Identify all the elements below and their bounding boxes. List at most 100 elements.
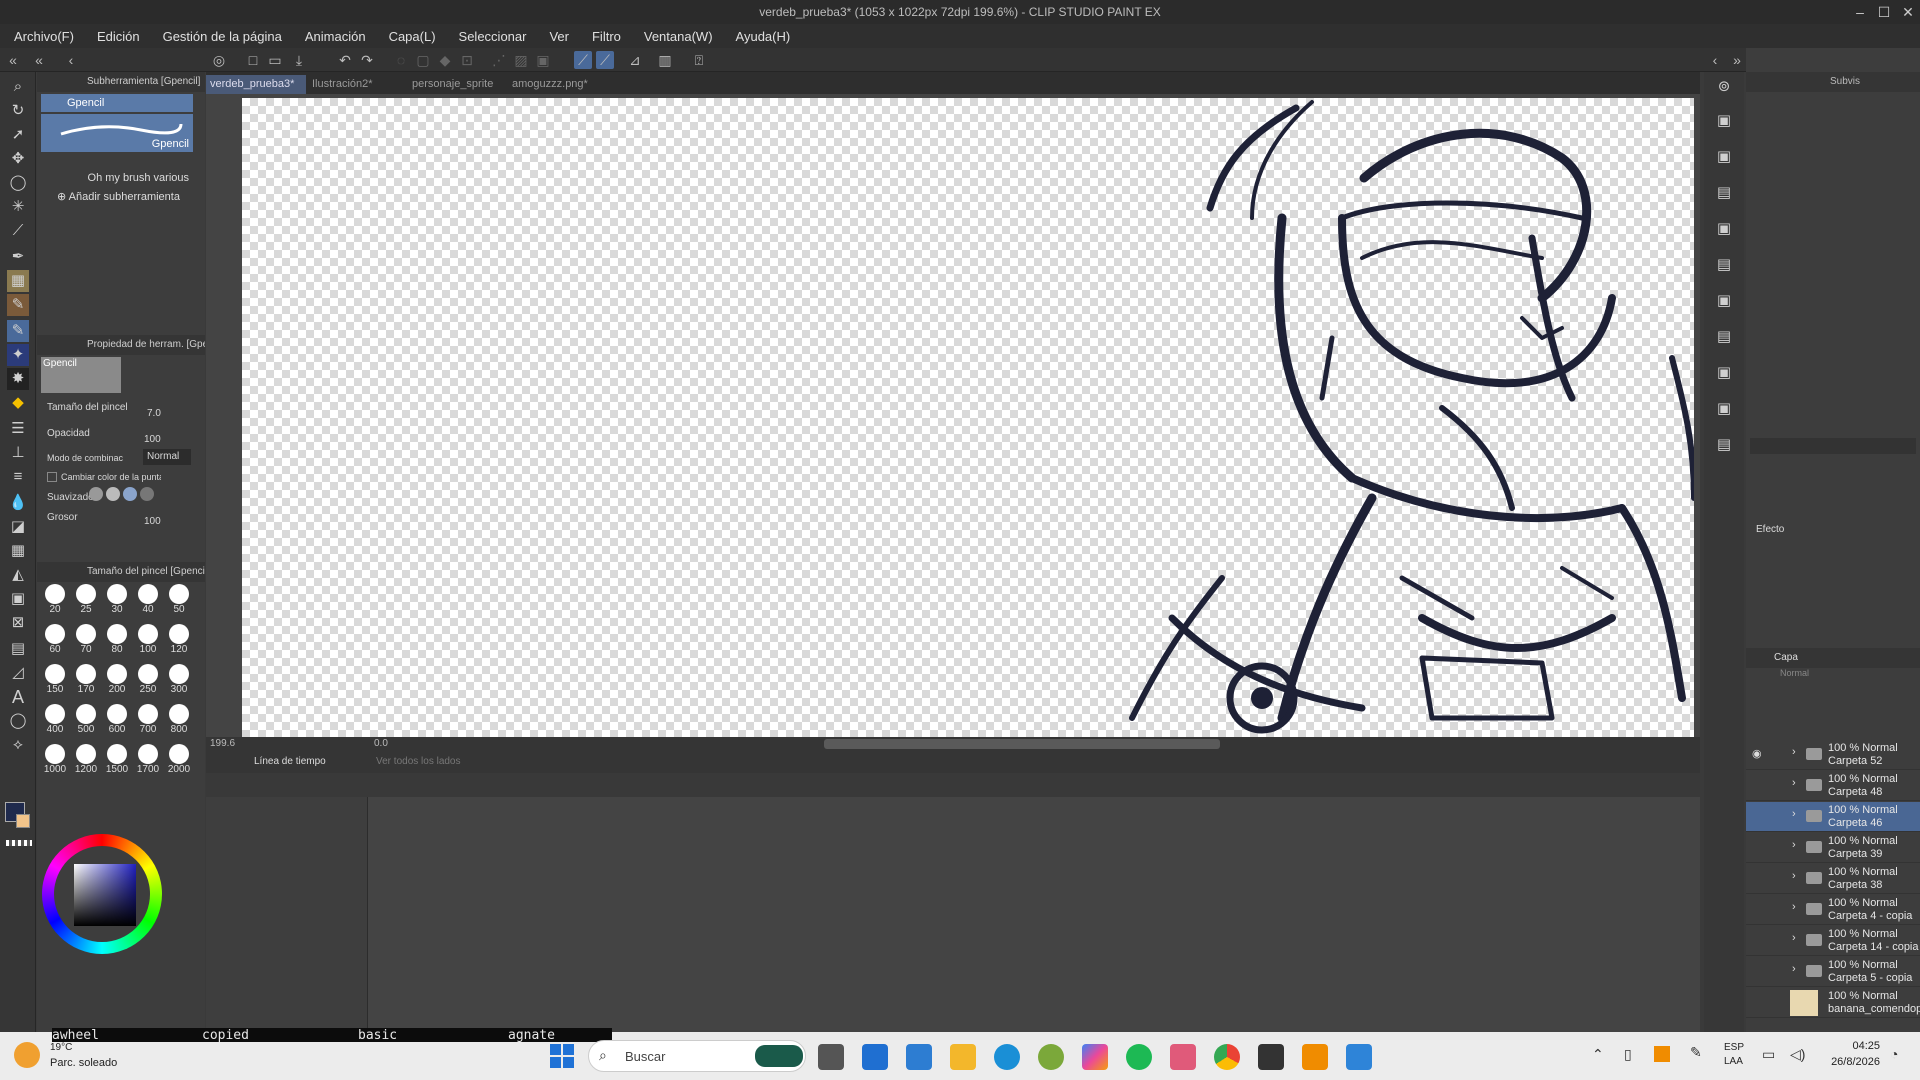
- menu-ayuda[interactable]: Ayuda(H): [722, 29, 800, 44]
- brush-size-1200[interactable]: 1200: [74, 744, 98, 775]
- subtool-oh-my-brush[interactable]: Oh my brush various: [41, 156, 193, 186]
- smoothing-4-icon[interactable]: [140, 487, 154, 501]
- material-7-icon[interactable]: ▤: [1713, 326, 1735, 348]
- minimize-button[interactable]: –: [1848, 0, 1872, 24]
- balloon-tool-icon[interactable]: ◯: [7, 710, 29, 732]
- brush-size-400[interactable]: 400: [43, 704, 67, 735]
- collapse-right-icon[interactable]: ‹: [1706, 51, 1724, 69]
- brush-size-150[interactable]: 150: [43, 664, 67, 695]
- brush-size-value[interactable]: 7.0: [147, 408, 161, 419]
- sublime-icon[interactable]: [1302, 1044, 1328, 1070]
- notification-icon[interactable]: ◔: [1890, 1046, 1898, 1062]
- close-button[interactable]: ✕: [1896, 0, 1920, 24]
- tab-amoguzzz[interactable]: amoguzzz.png*: [508, 75, 606, 94]
- tab-verdeb-prueba3[interactable]: verdeb_prueba3*: [206, 75, 306, 94]
- snap-special-icon[interactable]: ⟋: [596, 51, 614, 69]
- show-area-icon[interactable]: ▣: [534, 51, 552, 69]
- collapse-left-icon[interactable]: «: [4, 51, 22, 69]
- fill-tool-icon[interactable]: ◭: [7, 564, 29, 586]
- transform-icon[interactable]: ◆: [436, 51, 454, 69]
- color-wheel[interactable]: [42, 834, 162, 954]
- brush-size-200[interactable]: 200: [105, 664, 129, 695]
- color-square[interactable]: [74, 864, 136, 926]
- horizontal-scrollbar[interactable]: [824, 739, 1220, 749]
- airbrush-tool-icon[interactable]: ✦: [7, 344, 29, 366]
- brush-size-1500[interactable]: 1500: [105, 744, 129, 775]
- crop-icon[interactable]: ⊡: [458, 51, 476, 69]
- smoothing-2-icon[interactable]: [106, 487, 120, 501]
- clip-studio-icon[interactable]: ◎: [210, 51, 228, 69]
- arrow-left-icon[interactable]: ‹: [62, 51, 80, 69]
- layer-row[interactable]: ◉ › 100 % Normal Carpeta 52: [1746, 740, 1920, 770]
- subview-tab[interactable]: Subvis: [1830, 76, 1860, 87]
- clock-date[interactable]: 26/8/2026: [1820, 1056, 1880, 1068]
- text-tool-icon[interactable]: A: [7, 686, 29, 708]
- opacity-value[interactable]: 100: [144, 434, 161, 445]
- clear-icon[interactable]: ◌: [392, 51, 410, 69]
- pencil-tool-icon[interactable]: ▦: [7, 270, 29, 292]
- drawing-canvas[interactable]: [242, 98, 1694, 737]
- brush-size-250[interactable]: 250: [136, 664, 160, 695]
- tip-color-checkbox[interactable]: [47, 472, 57, 482]
- material-5-icon[interactable]: ▤: [1713, 254, 1735, 276]
- blend-mode-select[interactable]: Normal: [143, 449, 191, 465]
- material-9-icon[interactable]: ▣: [1713, 398, 1735, 420]
- layer-blend-select[interactable]: Normal: [1780, 668, 1820, 682]
- snap-ruler-icon[interactable]: ⟋: [574, 51, 592, 69]
- undo-icon[interactable]: ↶: [336, 51, 354, 69]
- clock-time[interactable]: 04:25: [1826, 1040, 1880, 1052]
- brush-size-70[interactable]: 70: [74, 624, 98, 655]
- brush-size-700[interactable]: 700: [136, 704, 160, 735]
- decoration-tool-icon[interactable]: ✸: [7, 368, 29, 390]
- frame-tool-icon[interactable]: ☰: [7, 418, 29, 440]
- layer-tab[interactable]: Capa: [1774, 652, 1798, 663]
- pen-tool-icon[interactable]: ✒: [7, 246, 29, 268]
- tray-app-icon[interactable]: [1654, 1046, 1670, 1062]
- brush-size-40[interactable]: 40: [136, 584, 160, 615]
- brush-size-500[interactable]: 500: [74, 704, 98, 735]
- fill-icon[interactable]: ▢: [414, 51, 432, 69]
- figure-tool-icon[interactable]: ⊠: [7, 612, 29, 634]
- outlook-icon[interactable]: [862, 1044, 888, 1070]
- chevron-right-icon[interactable]: ›: [1792, 901, 1796, 913]
- rotation-value[interactable]: 0.0: [374, 738, 388, 749]
- menu-ventana[interactable]: Ventana(W): [630, 29, 722, 44]
- chevron-up-icon[interactable]: ⌃: [1592, 1046, 1604, 1063]
- gradient-tool-icon[interactable]: ▣: [7, 588, 29, 610]
- expand-right-icon[interactable]: »: [1728, 51, 1746, 69]
- deselect-icon[interactable]: ⋰: [490, 51, 508, 69]
- new-file-icon[interactable]: □: [244, 51, 262, 69]
- brush-size-300[interactable]: 300: [167, 664, 191, 695]
- tab-ilustracion2[interactable]: Ilustración2*: [308, 75, 406, 94]
- navigator-icon[interactable]: ⊚: [1713, 76, 1735, 98]
- menu-capa[interactable]: Capa(L): [375, 29, 445, 44]
- layer-row[interactable]: › 100 % Normal Carpeta 39: [1746, 833, 1920, 863]
- material-2-icon[interactable]: ▣: [1713, 146, 1735, 168]
- menu-gestion-pagina[interactable]: Gestión de la página: [149, 29, 291, 44]
- chrome-icon[interactable]: [1214, 1044, 1240, 1070]
- operation-tool-icon[interactable]: ➚: [7, 124, 29, 146]
- xbox-icon[interactable]: [1038, 1044, 1064, 1070]
- timeline-tab[interactable]: Línea de tiempo: [254, 756, 326, 767]
- eye-icon[interactable]: ◉: [1752, 747, 1762, 760]
- brush-size-600[interactable]: 600: [105, 704, 129, 735]
- layer-row[interactable]: › 100 % Normal Carpeta 48: [1746, 771, 1920, 801]
- layer-row[interactable]: 100 % Normal banana_comendop: [1746, 988, 1920, 1018]
- tab-personaje-sprite[interactable]: personaje_sprite: [408, 75, 506, 94]
- smoothing-presets[interactable]: [89, 487, 155, 505]
- lang-bottom[interactable]: LAA: [1724, 1056, 1743, 1067]
- chevron-right-icon[interactable]: ›: [1792, 777, 1796, 789]
- file-explorer-icon[interactable]: [950, 1044, 976, 1070]
- layer-row[interactable]: › 100 % Normal Carpeta 14 - copia: [1746, 926, 1920, 956]
- task-view-icon[interactable]: [818, 1044, 844, 1070]
- subtool-preview[interactable]: Gpencil: [41, 114, 193, 152]
- help-icon[interactable]: ⍰: [690, 51, 708, 69]
- list-tool-icon[interactable]: ≡: [7, 466, 29, 488]
- usb-icon[interactable]: ▯: [1624, 1046, 1632, 1063]
- maximize-button[interactable]: ☐: [1872, 0, 1896, 24]
- brush-size-30[interactable]: 30: [105, 584, 129, 615]
- lasso-tool-icon[interactable]: ◯: [7, 172, 29, 194]
- menu-filtro[interactable]: Filtro: [578, 29, 630, 44]
- menu-seleccionar[interactable]: Seleccionar: [445, 29, 536, 44]
- pen-icon[interactable]: ✎: [1690, 1044, 1702, 1061]
